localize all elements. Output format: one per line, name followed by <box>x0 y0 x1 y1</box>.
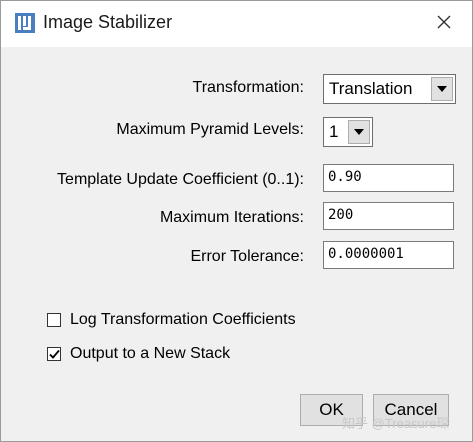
template-coeff-input[interactable]: 0.90 <box>323 164 454 192</box>
imagej-icon <box>15 13 35 33</box>
window-title: Image Stabilizer <box>43 12 173 32</box>
output-new-stack-checkbox[interactable] <box>47 347 61 361</box>
checkmark-icon <box>48 349 60 359</box>
pyramid-levels-value: 1 <box>329 122 339 141</box>
output-new-stack-label: Output to a New Stack <box>70 345 231 362</box>
max-iterations-label: Maximum Iterations: <box>159 209 304 226</box>
log-coefficients-option[interactable]: Log Transformation Coefficients <box>47 311 296 329</box>
transformation-value: Translation <box>329 79 413 98</box>
transformation-select[interactable]: Translation <box>323 74 456 104</box>
chevron-down-icon[interactable] <box>348 120 370 144</box>
title-bar: Image Stabilizer <box>1 1 472 47</box>
close-button[interactable] <box>431 11 457 37</box>
watermark: 知乎 @Treasure琛 <box>342 416 450 431</box>
log-coefficients-checkbox[interactable] <box>47 313 61 327</box>
log-coefficients-label: Log Transformation Coefficients <box>70 311 296 328</box>
image-stabilizer-dialog: Image Stabilizer Transformation: Transla… <box>0 0 473 442</box>
error-tolerance-label: Error Tolerance: <box>190 248 304 265</box>
chevron-down-icon[interactable] <box>431 77 453 101</box>
output-new-stack-option[interactable]: Output to a New Stack <box>47 345 230 363</box>
template-coeff-label: Template Update Coefficient (0..1): <box>57 171 304 188</box>
close-icon <box>437 15 451 34</box>
error-tolerance-input[interactable]: 0.0000001 <box>323 241 454 269</box>
max-iterations-input[interactable]: 200 <box>323 202 454 230</box>
pyramid-levels-label: Maximum Pyramid Levels: <box>116 121 304 138</box>
pyramid-levels-select[interactable]: 1 <box>323 117 373 147</box>
transformation-label: Transformation: <box>192 79 304 96</box>
